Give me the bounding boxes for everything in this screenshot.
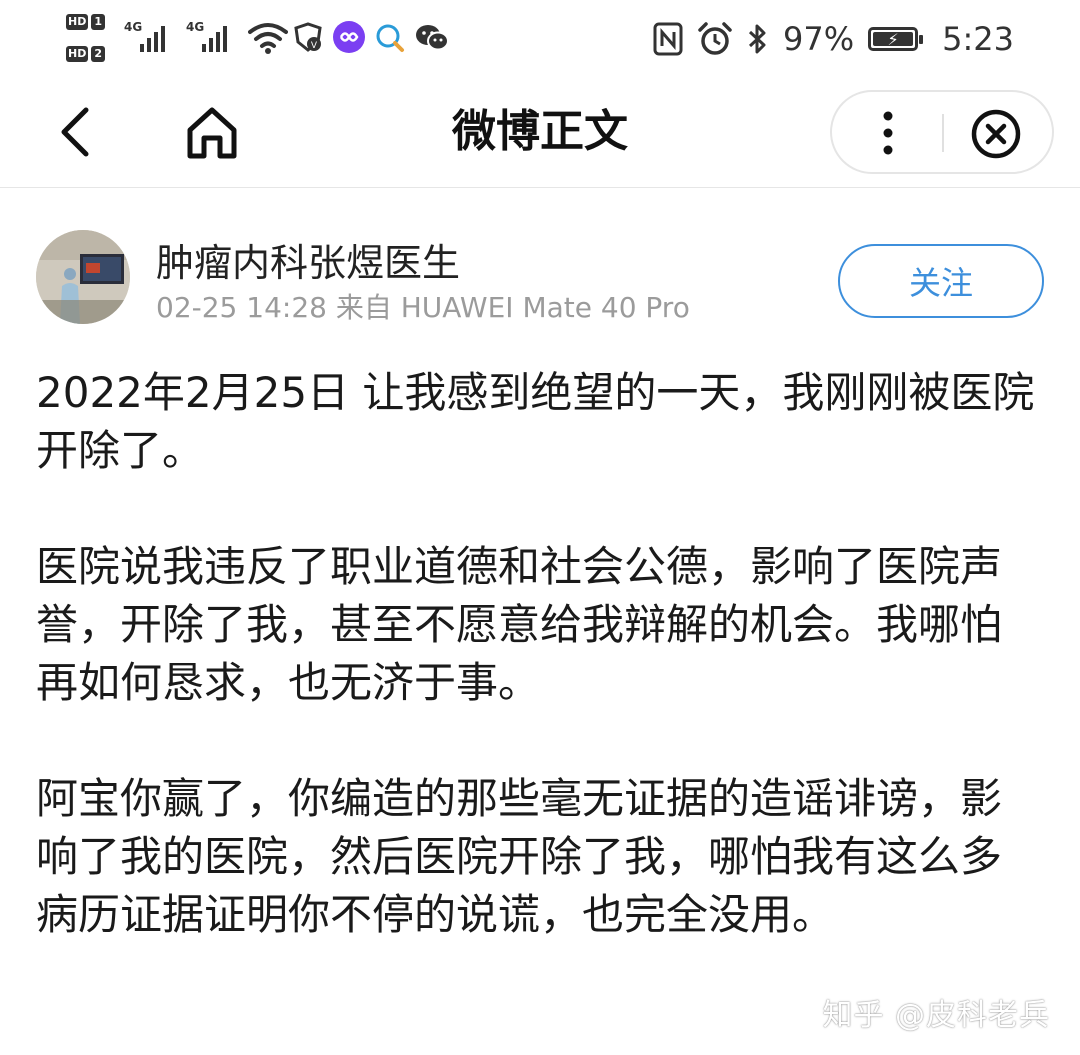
wifi-icon [248,23,288,54]
mini-program-capsule [830,90,1054,174]
soul-app-icon [333,21,365,53]
nav-bar: 微博正文 [0,80,1080,188]
post-body: 2022年2月25日 让我感到绝望的一天，我刚刚被医院开除了。 医院说我违反了职… [36,364,1036,944]
signal-strength-1-icon: 4G [124,20,182,52]
post-paragraph: 2022年2月25日 让我感到绝望的一天，我刚刚被医院开除了。 [36,368,1035,475]
author-name[interactable]: 肿瘤内科张煜医生 [156,240,460,286]
sim2-number: 2 [91,46,105,62]
bluetooth-icon [748,24,766,54]
post-paragraph: 阿宝你赢了，你编造的那些毫无证据的造谣诽谤，影响了我的医院，然后医院开除了我，哪… [36,774,1003,939]
wechat-icon [416,25,449,51]
status-right-group: 97% ⚡ 5:23 [653,16,1014,62]
battery-charging-icon: ⚡ [868,27,924,51]
capsule-divider [942,114,944,152]
post-paragraph: 医院说我违反了职业道德和社会公德，影响了医院声誉，开除了我，甚至不愿意给我辩解的… [36,542,1003,707]
svg-text:V: V [311,41,318,51]
sim2-hd-badge: HD 2 [66,44,106,64]
signal-strength-2-icon: 4G [186,20,244,52]
status-bar: HD 1 HD 2 4G 4G V 97% ⚡ 5:23 [0,0,1080,80]
sim2-hd-label: HD [66,46,89,62]
avatar[interactable] [36,230,130,324]
battery-percent: 97% [783,20,855,58]
follow-button[interactable]: 关注 [838,244,1044,318]
vpn-shield-icon: V [294,22,322,52]
author-row: 肿瘤内科张煜医生 02-25 14:28 来自 HUAWEI Mate 40 P… [0,188,1080,338]
nfc-icon [653,22,683,56]
close-circle-icon[interactable] [970,108,1022,160]
zhihu-watermark: 知乎 @皮科老兵 [822,998,1050,1033]
sim1-hd-badge: HD 1 [66,12,106,32]
more-vertical-icon[interactable] [868,106,908,160]
alarm-icon [698,22,732,55]
post-meta: 02-25 14:28 来自 HUAWEI Mate 40 Pro [156,291,690,324]
sim1-hd-label: HD [66,14,89,30]
status-time: 5:23 [942,20,1014,58]
search-chat-icon [376,24,404,52]
sim1-number: 1 [91,14,105,30]
